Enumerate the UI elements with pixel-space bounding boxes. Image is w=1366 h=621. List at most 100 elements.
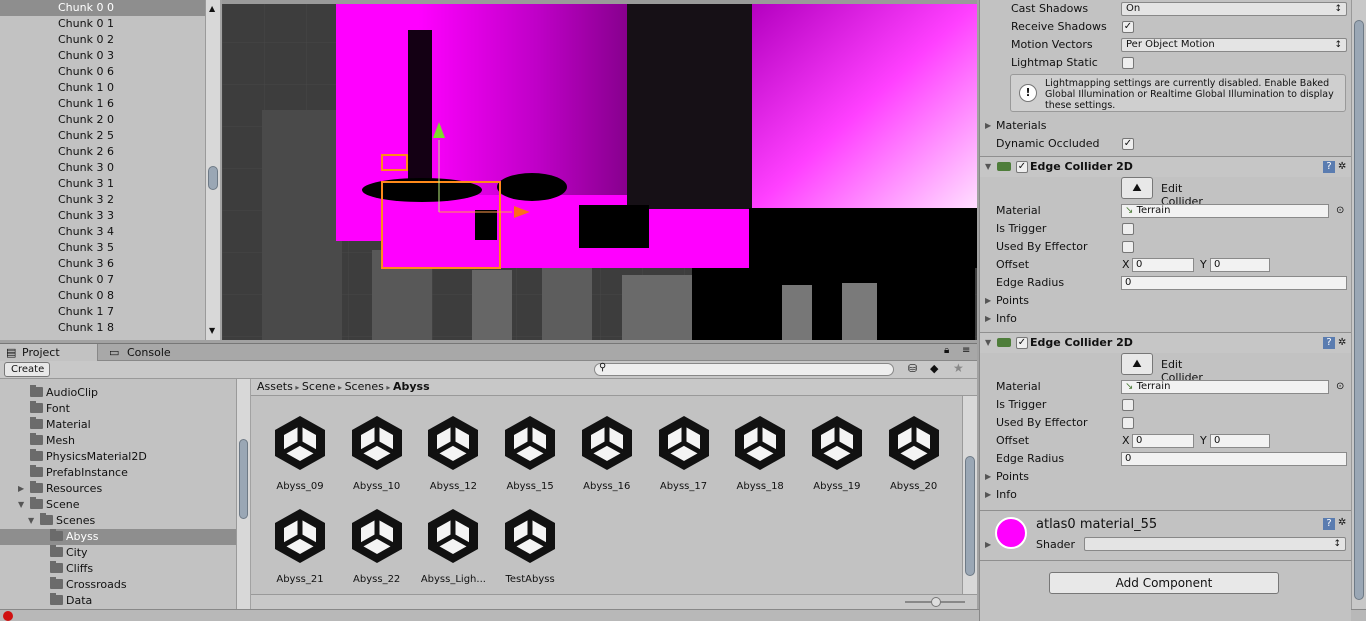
icon-size-slider-thumb[interactable] bbox=[931, 597, 941, 607]
expanded-arrow-icon[interactable]: ▼ bbox=[18, 497, 24, 513]
panel-menu-icon[interactable]: ≡ bbox=[962, 345, 970, 356]
material-field[interactable]: ↘ Terrain bbox=[1121, 204, 1329, 218]
foldout-row[interactable]: ▶ Info bbox=[980, 310, 1351, 328]
hierarchy-item[interactable]: Chunk 1 6 bbox=[0, 96, 219, 112]
expand-arrow-icon[interactable]: ▶ bbox=[985, 292, 991, 310]
object-picker-icon[interactable]: ⊙ bbox=[1336, 378, 1344, 396]
tree-folder-item[interactable]: Abyss bbox=[0, 529, 249, 545]
tree-scrollbar[interactable] bbox=[236, 379, 250, 609]
tab-console[interactable]: ▭ Console bbox=[105, 344, 195, 362]
tree-folder-item[interactable]: PhysicsMaterial2D bbox=[0, 449, 249, 465]
edge-radius-field[interactable]: 0 bbox=[1121, 452, 1347, 466]
scene-asset[interactable]: TestAbyss bbox=[491, 505, 569, 585]
hierarchy-item[interactable]: Chunk 2 0 bbox=[0, 112, 219, 128]
hierarchy-item[interactable]: Chunk 3 4 bbox=[0, 224, 219, 240]
hierarchy-item[interactable]: Chunk 0 1 bbox=[0, 16, 219, 32]
materials-row[interactable]: ▶ Materials bbox=[980, 117, 1351, 135]
tree-folder-item[interactable]: ▼ Scenes bbox=[0, 513, 249, 529]
scene-asset[interactable]: Abyss_15 bbox=[491, 412, 569, 492]
dynamic-occluded-checkbox[interactable]: ✓ bbox=[1122, 138, 1134, 150]
hierarchy-scrollbar[interactable]: ▲ ▼ bbox=[205, 0, 220, 340]
tree-folder-item[interactable]: Material bbox=[0, 417, 249, 433]
tree-folder-item[interactable]: Crossroads bbox=[0, 577, 249, 593]
scene-asset[interactable]: Abyss_17 bbox=[645, 412, 723, 492]
inspector-scroll-thumb[interactable] bbox=[1354, 20, 1364, 600]
expand-arrow-icon[interactable]: ▶ bbox=[985, 486, 991, 504]
hierarchy-item[interactable]: Chunk 3 6 bbox=[0, 256, 219, 272]
help-icon[interactable]: ? bbox=[1323, 161, 1335, 173]
breadcrumb-item[interactable]: Abyss bbox=[393, 380, 430, 393]
hierarchy-item[interactable]: Chunk 3 2 bbox=[0, 192, 219, 208]
help-icon[interactable]: ? bbox=[1323, 337, 1335, 349]
lock-icon[interactable]: 🔒︎ bbox=[944, 345, 949, 356]
hierarchy-item[interactable]: Chunk 0 0 bbox=[0, 0, 219, 16]
asset-scrollbar[interactable] bbox=[962, 396, 977, 594]
tree-folder-item[interactable]: AudioClip bbox=[0, 385, 249, 401]
label-icon[interactable]: ◆ bbox=[930, 362, 938, 375]
favorite-star-icon[interactable]: ★ bbox=[953, 361, 964, 375]
help-icon[interactable]: ? bbox=[1323, 518, 1335, 530]
is-trigger-checkbox[interactable] bbox=[1122, 223, 1134, 235]
lightmap-static-checkbox[interactable] bbox=[1122, 57, 1134, 69]
used-by-effector-checkbox[interactable] bbox=[1122, 241, 1134, 253]
object-picker-icon[interactable]: ⊙ bbox=[1336, 202, 1344, 220]
scene-asset[interactable]: Abyss_18 bbox=[721, 412, 799, 492]
offset-y-field[interactable]: 0 bbox=[1210, 258, 1270, 272]
component-header[interactable]: ▼ ✓ Edge Collider 2D? ✲ bbox=[980, 333, 1351, 353]
tree-folder-item[interactable]: Font bbox=[0, 401, 249, 417]
gear-icon[interactable]: ✲ bbox=[1338, 333, 1346, 353]
tree-folder-item[interactable]: ▼ Scene bbox=[0, 497, 249, 513]
scene-asset[interactable]: Abyss_10 bbox=[338, 412, 416, 492]
hierarchy-item[interactable]: Chunk 2 5 bbox=[0, 128, 219, 144]
expand-arrow-icon[interactable]: ▶ bbox=[985, 540, 991, 549]
material-field[interactable]: ↘ Terrain bbox=[1121, 380, 1329, 394]
component-enabled-checkbox[interactable]: ✓ bbox=[1016, 337, 1028, 349]
expand-arrow-icon[interactable]: ▶ bbox=[985, 468, 991, 486]
scene-asset[interactable]: Abyss_22 bbox=[338, 505, 416, 585]
tree-scroll-thumb[interactable] bbox=[239, 439, 248, 519]
collapsed-arrow-icon[interactable]: ▶ bbox=[18, 481, 24, 497]
component-header[interactable]: ▼ ✓ Edge Collider 2D? ✲ bbox=[980, 157, 1351, 177]
offset-x-field[interactable]: 0 bbox=[1132, 434, 1194, 448]
hierarchy-item[interactable]: Chunk 0 6 bbox=[0, 64, 219, 80]
foldout-row[interactable]: ▶ Info bbox=[980, 486, 1351, 504]
shader-dropdown[interactable] bbox=[1084, 537, 1346, 551]
hierarchy-item[interactable]: Chunk 0 8 bbox=[0, 288, 219, 304]
motion-vectors-dropdown[interactable]: Per Object Motion bbox=[1121, 38, 1347, 52]
scene-asset[interactable]: Abyss_19 bbox=[798, 412, 876, 492]
scene-asset[interactable]: Abyss_20 bbox=[875, 412, 953, 492]
search-input[interactable]: ⚲ bbox=[594, 362, 894, 376]
breadcrumb-item[interactable]: Scenes bbox=[345, 380, 384, 393]
collapse-arrow-icon[interactable]: ▼ bbox=[985, 157, 991, 177]
tree-folder-item[interactable]: City bbox=[0, 545, 249, 561]
hierarchy-item[interactable]: Chunk 0 2 bbox=[0, 32, 219, 48]
hierarchy-item[interactable]: Chunk 0 7 bbox=[0, 272, 219, 288]
hierarchy-item[interactable]: Chunk 3 1 bbox=[0, 176, 219, 192]
breadcrumb-item[interactable]: Assets bbox=[257, 380, 293, 393]
receive-shadows-checkbox[interactable]: ✓ bbox=[1122, 21, 1134, 33]
scene-asset[interactable]: Abyss_12 bbox=[414, 412, 492, 492]
scene-canvas[interactable] bbox=[222, 0, 977, 340]
asset-scroll-thumb[interactable] bbox=[965, 456, 975, 576]
hierarchy-item[interactable]: Chunk 1 0 bbox=[0, 80, 219, 96]
edit-collider-button[interactable]: ⛰ bbox=[1121, 177, 1153, 199]
edit-collider-button[interactable]: ⛰ bbox=[1121, 353, 1153, 375]
scroll-up-icon[interactable]: ▲ bbox=[209, 4, 215, 13]
hierarchy-item[interactable]: Chunk 2 6 bbox=[0, 144, 219, 160]
inspector-scrollbar[interactable] bbox=[1351, 0, 1366, 609]
hierarchy-item[interactable]: Chunk 3 3 bbox=[0, 208, 219, 224]
filter-type-icon[interactable]: ⛁ bbox=[908, 362, 917, 375]
hierarchy-item[interactable]: Chunk 3 0 bbox=[0, 160, 219, 176]
scene-asset[interactable]: Abyss_16 bbox=[568, 412, 646, 492]
used-by-effector-checkbox[interactable] bbox=[1122, 417, 1134, 429]
create-button[interactable]: Create ▾ bbox=[4, 362, 50, 388]
hierarchy-item[interactable]: Chunk 3 5 bbox=[0, 240, 219, 256]
component-enabled-checkbox[interactable]: ✓ bbox=[1016, 161, 1028, 173]
tab-project[interactable]: ▤ Project bbox=[0, 344, 98, 362]
gear-icon[interactable]: ✲ bbox=[1338, 157, 1346, 177]
expand-arrow-icon[interactable]: ▶ bbox=[985, 310, 991, 328]
offset-x-field[interactable]: 0 bbox=[1132, 258, 1194, 272]
hierarchy-scroll-thumb[interactable] bbox=[208, 166, 218, 190]
hierarchy-item[interactable]: Chunk 1 7 bbox=[0, 304, 219, 320]
offset-y-field[interactable]: 0 bbox=[1210, 434, 1270, 448]
